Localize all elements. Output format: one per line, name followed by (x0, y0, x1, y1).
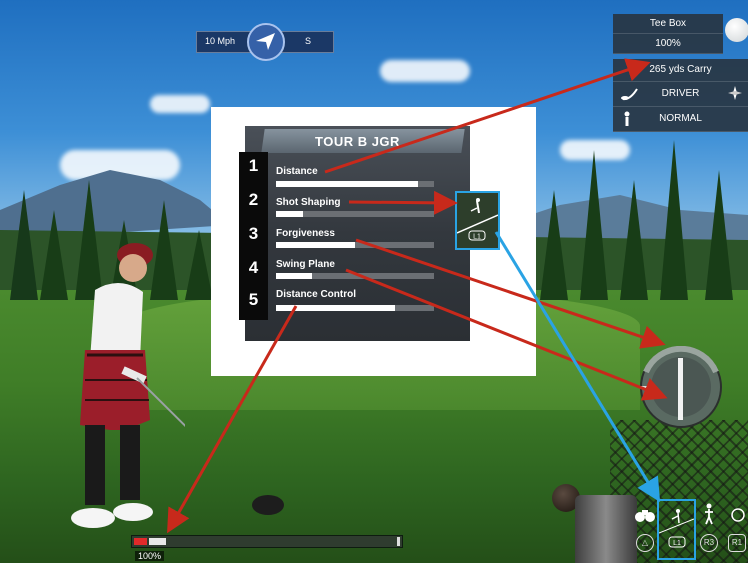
l1-button-label: L1 (473, 234, 481, 241)
wind-indicator: 10 Mph S (196, 23, 334, 61)
attr-bar-swing-plane (276, 273, 434, 279)
lie-value: NORMAL (659, 113, 702, 124)
shot-shape-control[interactable]: L1 (657, 499, 696, 560)
golfer-character (71, 243, 185, 528)
shot-shape-callout: L1 (455, 191, 500, 250)
swing-meter (640, 346, 722, 428)
binoculars-icon[interactable] (634, 507, 656, 523)
tree-line-right (530, 130, 748, 300)
triangle-button[interactable]: △ (636, 534, 654, 552)
attr-label-forgiveness: Forgiveness (276, 228, 335, 239)
golf-ball-icon (725, 18, 748, 42)
attr-number-1: 1 (248, 156, 259, 175)
shot-shape-icon: L1 (658, 509, 695, 548)
attr-bar-fill (276, 305, 395, 311)
number-column: 1 2 3 4 5 (239, 152, 268, 320)
wind-arrow-icon (256, 33, 275, 50)
club-selector[interactable]: DRIVER (613, 82, 748, 107)
golfer-icon (624, 111, 630, 126)
attr-bar-forgiveness (276, 242, 434, 248)
compass-icon (728, 86, 742, 100)
power-percent: 100% (135, 551, 165, 561)
tee-box-label: Tee Box (613, 14, 723, 34)
club-name: DRIVER (661, 88, 700, 99)
shot-shape-icon: L1 (456, 198, 499, 241)
r3-button[interactable]: R3 (700, 534, 718, 552)
tee-box-percent: 100% (613, 34, 723, 54)
wind-speed: 10 Mph (205, 36, 236, 46)
driver-head (252, 495, 284, 515)
ball-name: TOUR B JGR (315, 134, 400, 149)
wind-direction: S (304, 36, 311, 46)
l1-label: L1 (673, 540, 681, 547)
attr-number-5: 5 (248, 290, 259, 309)
attr-bar-fill (276, 273, 313, 279)
golfer-stance-icon[interactable] (702, 503, 716, 525)
power-meter (131, 535, 403, 548)
carry-distance: 265 yds Carry (613, 59, 748, 82)
attr-bar-fill (276, 211, 303, 217)
attr-label-distance: Distance (276, 166, 318, 177)
club-icon (621, 88, 638, 101)
attr-bar-distance (276, 181, 434, 187)
attr-label-distance-control: Distance Control (276, 289, 357, 300)
attr-number-3: 3 (248, 224, 259, 243)
attr-label-shot-shaping: Shot Shaping (276, 197, 341, 208)
lie-indicator: NORMAL (613, 107, 748, 132)
shot-info-hud: Tee Box 100% 265 yds Carry DRIVER NORMAL (613, 14, 748, 132)
attr-label-swing-plane: Swing Plane (276, 259, 335, 270)
attr-number-4: 4 (248, 258, 259, 277)
attr-bar-distance-control (276, 305, 434, 311)
wind-dial (247, 23, 285, 61)
attr-number-2: 2 (248, 190, 259, 209)
power-red-zone (134, 538, 147, 545)
power-fill (149, 538, 166, 545)
attr-bar-fill (276, 181, 419, 187)
attr-bar-fill (276, 242, 355, 248)
power-max-marker (397, 537, 400, 546)
putt-icon[interactable] (730, 507, 746, 523)
ball-bucket (575, 495, 637, 563)
r1-button[interactable]: R1 (728, 534, 746, 552)
attr-bar-shot-shaping (276, 211, 434, 217)
